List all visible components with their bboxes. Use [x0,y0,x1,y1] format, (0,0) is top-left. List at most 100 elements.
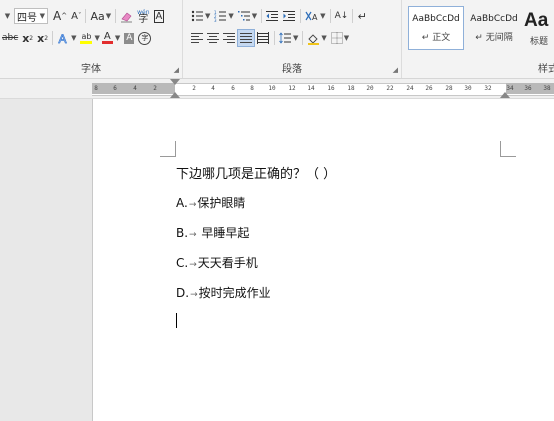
style-no-spacing[interactable]: AaBbCcDd ↵ 无间隔 [466,6,522,50]
ruler-number: 36 [524,85,532,92]
phonetic-guide-button[interactable]: wén 字 [135,7,151,25]
sort-icon: A↓ [334,11,349,21]
font-dialog-launcher-icon[interactable]: ◢ [174,66,179,74]
ruler-number: 14 [307,85,315,92]
subscript-button[interactable]: x2 [20,29,35,47]
separator [274,31,275,45]
option-a[interactable]: A.→保护眼睛 [176,194,245,211]
character-shading-button[interactable]: A [122,29,136,47]
right-indent-marker[interactable] [500,92,510,98]
ruler-number: 6 [231,85,235,92]
svg-text:A: A [59,32,67,45]
ruler-number: 2 [192,85,196,92]
character-border-icon: A [153,9,165,23]
option-letter: D. [176,286,190,300]
phonetic-guide-char: 字 [138,14,149,25]
sort-button[interactable]: A↓ [333,7,351,25]
option-b[interactable]: B.→ 早睡早起 [176,224,249,241]
option-text: 早睡早起 [197,226,250,240]
borders-icon [330,32,343,44]
ruler-number: 30 [464,85,472,92]
multilevel-list-button[interactable]: ▼ [236,7,259,25]
highlight-icon: ab [81,31,92,41]
chinese-layout-icon: A [305,11,318,22]
font-group: ▼ 四号 ▼ A ^ Aˇ Aa ▼ wén 字 A abc x 2 x 2 A… [0,0,183,78]
distributed-icon [257,32,269,44]
horizontal-ruler[interactable]: 8 6 4 2 2 4 6 8 10 12 14 16 18 20 22 24 … [0,79,554,99]
shading-button[interactable]: ▼ [305,29,328,47]
change-case-icon: Aa [90,9,105,23]
enclose-characters-button[interactable]: 字 [136,29,153,47]
left-indent-marker[interactable] [170,92,180,98]
separator [52,31,54,45]
numbering-button[interactable]: 1 2 3 ▼ [212,7,235,25]
strikethrough-icon: abc [2,33,19,43]
character-shading-icon: A [124,32,135,44]
decrease-indent-button[interactable] [264,7,281,25]
align-center-button[interactable] [205,29,221,47]
ruler-number: 12 [288,85,296,92]
shrink-font-icon: A [71,10,78,22]
superscript-button[interactable]: x2 [35,29,50,47]
paragraph-mark-icon: ↵ [357,9,367,23]
increase-indent-icon [283,11,296,21]
character-border-button[interactable]: A [152,7,167,25]
crop-mark-top-left [160,156,176,157]
line-spacing-button[interactable]: ▼ [277,29,300,47]
increase-indent-button[interactable] [281,7,298,25]
ruler-number: 8 [250,85,254,92]
change-case-button[interactable]: Aa ▼ [88,7,113,25]
align-right-button[interactable] [221,29,237,47]
tab-arrow-icon: → [188,200,197,210]
font-name-dropdown[interactable]: ▼ [0,7,14,25]
option-c[interactable]: C.→天天看手机 [176,254,258,271]
style-normal-sample: AaBbCcDd [412,13,460,24]
tab-arrow-icon: → [189,260,197,270]
superscript-icon: x [37,31,45,45]
paragraph-group-label: 段落 [282,64,302,75]
ruler-number: 18 [347,85,355,92]
chinese-layout-button[interactable]: A ▼ [303,7,327,25]
shrink-font-button[interactable]: Aˇ [69,7,83,25]
justify-button[interactable] [237,29,255,47]
first-line-indent-marker[interactable] [170,79,180,85]
question-text[interactable]: 下边哪几项是正确的？（ ） [176,163,336,182]
font-size-value: 四号 [17,12,37,24]
line-spacing-icon [279,32,291,44]
style-heading[interactable]: Aa 标题 [524,6,554,50]
document-page[interactable] [92,99,554,421]
font-color-button[interactable]: A [100,29,115,47]
align-left-button[interactable] [189,29,205,47]
ruler-number: 8 [94,85,98,92]
svg-text:A: A [312,13,318,22]
decrease-indent-icon [266,11,279,21]
highlight-button[interactable]: ab [78,29,94,47]
grow-font-button[interactable]: A ^ [51,7,69,25]
option-letter: B. [176,226,189,240]
enclose-characters-icon: 字 [138,31,152,45]
borders-button[interactable]: ▼ [329,29,351,47]
paragraph-dialog-launcher-icon[interactable]: ◢ [393,66,398,74]
style-normal[interactable]: AaBbCcDd ↵ 正文 [408,6,464,50]
distributed-button[interactable] [255,29,272,47]
multilevel-list-icon [237,11,250,21]
text-effects-button[interactable]: A ▼ [55,29,78,47]
separator [352,9,354,23]
bullets-button[interactable]: ▼ [189,7,212,25]
styles-group-label: 样式 [538,64,554,75]
chevron-down-icon: ▼ [39,12,45,20]
ruler-number: 2 [153,85,157,92]
ruler-number: 38 [543,85,551,92]
font-size-combo[interactable]: 四号 ▼ [14,8,48,24]
align-center-icon [207,32,219,44]
eraser-icon [121,12,133,22]
option-d[interactable]: D.→按时完成作业 [176,284,271,301]
paragraph-group: ▼ 1 2 3 ▼ ▼ A ▼ A↓ ↵ ▼ ▼ ▼ 段落 ◢ [183,0,402,78]
separator [300,9,302,23]
show-marks-button[interactable]: ↵ [355,7,369,25]
style-no-spacing-sample: AaBbCcDd [470,13,518,24]
superscript-mark: 2 [44,34,49,42]
strikethrough-button[interactable]: abc [0,29,20,47]
clear-formatting-button[interactable] [118,7,135,25]
ruler-number: 20 [366,85,374,92]
